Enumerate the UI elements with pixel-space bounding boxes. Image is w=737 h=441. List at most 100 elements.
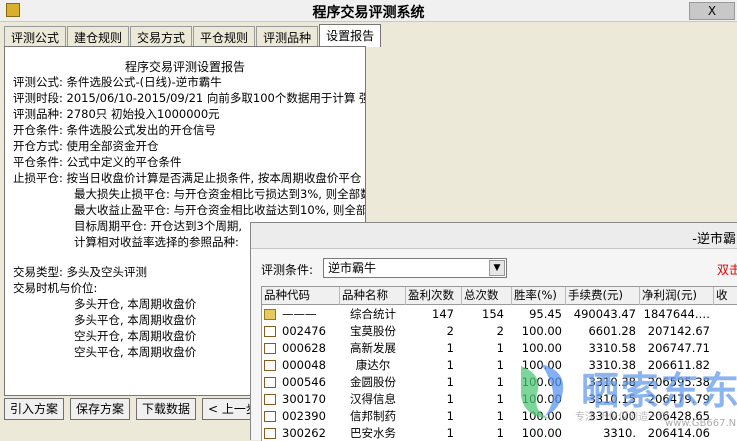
- stock-icon: [264, 326, 276, 337]
- cell-code: 002476: [282, 324, 326, 338]
- column-header[interactable]: 收: [714, 287, 737, 305]
- report-line: 交易时机与价位:: [13, 281, 98, 295]
- column-header[interactable]: 净利润(元): [640, 287, 714, 305]
- cell-name: 康达尔: [355, 358, 391, 372]
- condition-label: 评测条件:: [261, 263, 314, 277]
- report-line: 目标周期平仓: 开仓达到3个周期,: [74, 219, 243, 233]
- report-line: 评测品种: 2780只 初始投入1000000元: [13, 107, 220, 121]
- cell-total: 1: [496, 358, 504, 372]
- table-header: 品种代码 品种名称 盈利次数 总次数 胜率(%) 手续费(元) 净利润(元) 收: [262, 287, 737, 305]
- stock-icon: [264, 377, 276, 388]
- title-bar: 程序交易评测系统 X: [0, 0, 737, 22]
- cell-name: 宝莫股份: [350, 324, 396, 338]
- cell-wins: 1: [446, 358, 454, 372]
- cell-wins: 2: [446, 324, 454, 338]
- cell-win-rate: 95.45: [529, 307, 562, 321]
- cell-wins: 1: [446, 375, 454, 389]
- cell-wins: 1: [446, 426, 454, 440]
- report-line: 止损平仓: 按当日收盘价计算是否满足止损条件, 按本周期收盘价平仓: [13, 171, 362, 185]
- tab-test-symbols[interactable]: 评测品种: [256, 26, 319, 47]
- cell-net-profit: 207142.67: [647, 324, 710, 338]
- cell-wins: 1: [446, 392, 454, 406]
- table-row[interactable]: 002476 宝莫股份 2 2 100.00 6601.28 207142.67: [262, 323, 737, 340]
- tab-settings-report[interactable]: 设置报告: [319, 24, 382, 47]
- cell-code: 000628: [282, 341, 326, 355]
- action-buttons: 引入方案 保存方案 下载数据 < 上一步: [4, 398, 270, 422]
- cell-net-profit: 1847644.…: [643, 307, 710, 321]
- cell-total: 1: [496, 375, 504, 389]
- stock-icon: [264, 360, 276, 371]
- stock-icon: [264, 411, 276, 422]
- report-line: 多头开仓, 本周期收盘价: [74, 297, 197, 311]
- report-line: 空头开仓, 本周期收盘价: [74, 329, 197, 343]
- table-row[interactable]: ——— 综合统计 147 154 95.45 490043.47 1847644…: [262, 306, 737, 323]
- report-line: 评测时段: 2015/06/10-2015/09/21 向前多取100个数据用于…: [13, 91, 365, 105]
- folder-icon: [264, 309, 276, 320]
- cell-total: 1: [496, 392, 504, 406]
- cell-fee: 490043.47: [573, 307, 636, 321]
- watermark: 晒索东东 专注·不仅仅创造一切 www.GB667.N: [515, 358, 737, 440]
- column-header[interactable]: 总次数: [462, 287, 512, 305]
- cell-code: 002390: [282, 409, 326, 423]
- cell-fee: 3310.58: [588, 341, 636, 355]
- cell-total: 2: [496, 324, 504, 338]
- cell-wins: 147: [432, 307, 454, 321]
- tab-entry-rules[interactable]: 建仓规则: [67, 26, 130, 47]
- cell-code: 000048: [282, 358, 326, 372]
- save-plan-button[interactable]: 保存方案: [70, 398, 131, 420]
- cell-name: 高新发展: [350, 341, 396, 355]
- cell-net-profit: 206747.71: [647, 341, 710, 355]
- condition-value: 逆市霸牛: [328, 261, 377, 275]
- cell-code: 300170: [282, 392, 326, 406]
- tab-exit-rules[interactable]: 平仓规则: [193, 26, 256, 47]
- cell-wins: 1: [446, 341, 454, 355]
- chevron-down-icon[interactable]: ▼: [489, 260, 505, 276]
- report-line: 计算相对收益率选择的参照品种:: [74, 235, 239, 249]
- watermark-brand: 晒索东东: [581, 369, 737, 413]
- window-title: 程序交易评测系统: [312, 5, 425, 21]
- cell-name: 金圆股份: [350, 375, 396, 389]
- report-line: 最大收益止盈平仓: 与开仓资金相比收益达到10%, 则全部数量平仓: [74, 203, 366, 217]
- cell-code: ———: [282, 307, 317, 321]
- stock-icon: [264, 343, 276, 354]
- cell-name: 巴安水务: [350, 426, 396, 440]
- report-line: 评测公式: 条件选股公式-(日线)-逆市霸牛: [13, 75, 222, 89]
- stock-icon: [264, 428, 276, 439]
- column-header[interactable]: 品种代码: [262, 287, 340, 305]
- cell-code: 300262: [282, 426, 326, 440]
- condition-hint: 双击: [717, 263, 737, 277]
- watermark-slogan: 专注·不仅仅创造一切: [575, 412, 669, 423]
- cell-name: 综合统计: [350, 307, 396, 321]
- cell-win-rate: 100.00: [521, 341, 562, 355]
- report-line: 平仓条件: 公式中定义的平仓条件: [13, 155, 182, 169]
- cell-code: 000546: [282, 375, 326, 389]
- cell-total: 1: [496, 409, 504, 423]
- column-header[interactable]: 手续费(元): [566, 287, 640, 305]
- report-line: 开仓条件: 条件选股公式发出的开仓信号: [13, 123, 217, 137]
- download-data-button[interactable]: 下载数据: [136, 398, 197, 420]
- watermark-url: www.GB667.N: [665, 418, 737, 429]
- import-plan-button[interactable]: 引入方案: [4, 398, 65, 420]
- report-line: 最大损失止损平仓: 与开仓资金相比亏损达到3%, 则全部数量平仓: [74, 187, 365, 201]
- cell-fee: 6601.28: [588, 324, 636, 338]
- cell-total: 1: [496, 341, 504, 355]
- cell-total: 1: [496, 426, 504, 440]
- report-title: 程序交易评测设置报告: [124, 60, 245, 74]
- column-header[interactable]: 盈利次数: [406, 287, 462, 305]
- cell-name: 汉得信息: [350, 392, 396, 406]
- watermark-logo-icon: [521, 364, 564, 418]
- dialog-title-bar: -逆市霸: [251, 223, 737, 249]
- column-header[interactable]: 胜率(%): [512, 287, 566, 305]
- condition-select[interactable]: 逆市霸牛 ▼: [323, 258, 507, 278]
- cell-win-rate: 100.00: [521, 324, 562, 338]
- stock-icon: [264, 394, 276, 405]
- close-button[interactable]: X: [689, 2, 735, 20]
- column-header[interactable]: 品种名称: [340, 287, 406, 305]
- tab-formula[interactable]: 评测公式: [4, 26, 67, 47]
- report-line: 空头平仓, 本周期收盘价: [74, 345, 197, 359]
- dialog-title: -逆市霸: [692, 232, 736, 247]
- report-line: 多头平仓, 本周期收盘价: [74, 313, 197, 327]
- cell-name: 信邦制药: [350, 409, 396, 423]
- table-row[interactable]: 000628 高新发展 1 1 100.00 3310.58 206747.71: [262, 340, 737, 357]
- tab-trade-mode[interactable]: 交易方式: [130, 26, 193, 47]
